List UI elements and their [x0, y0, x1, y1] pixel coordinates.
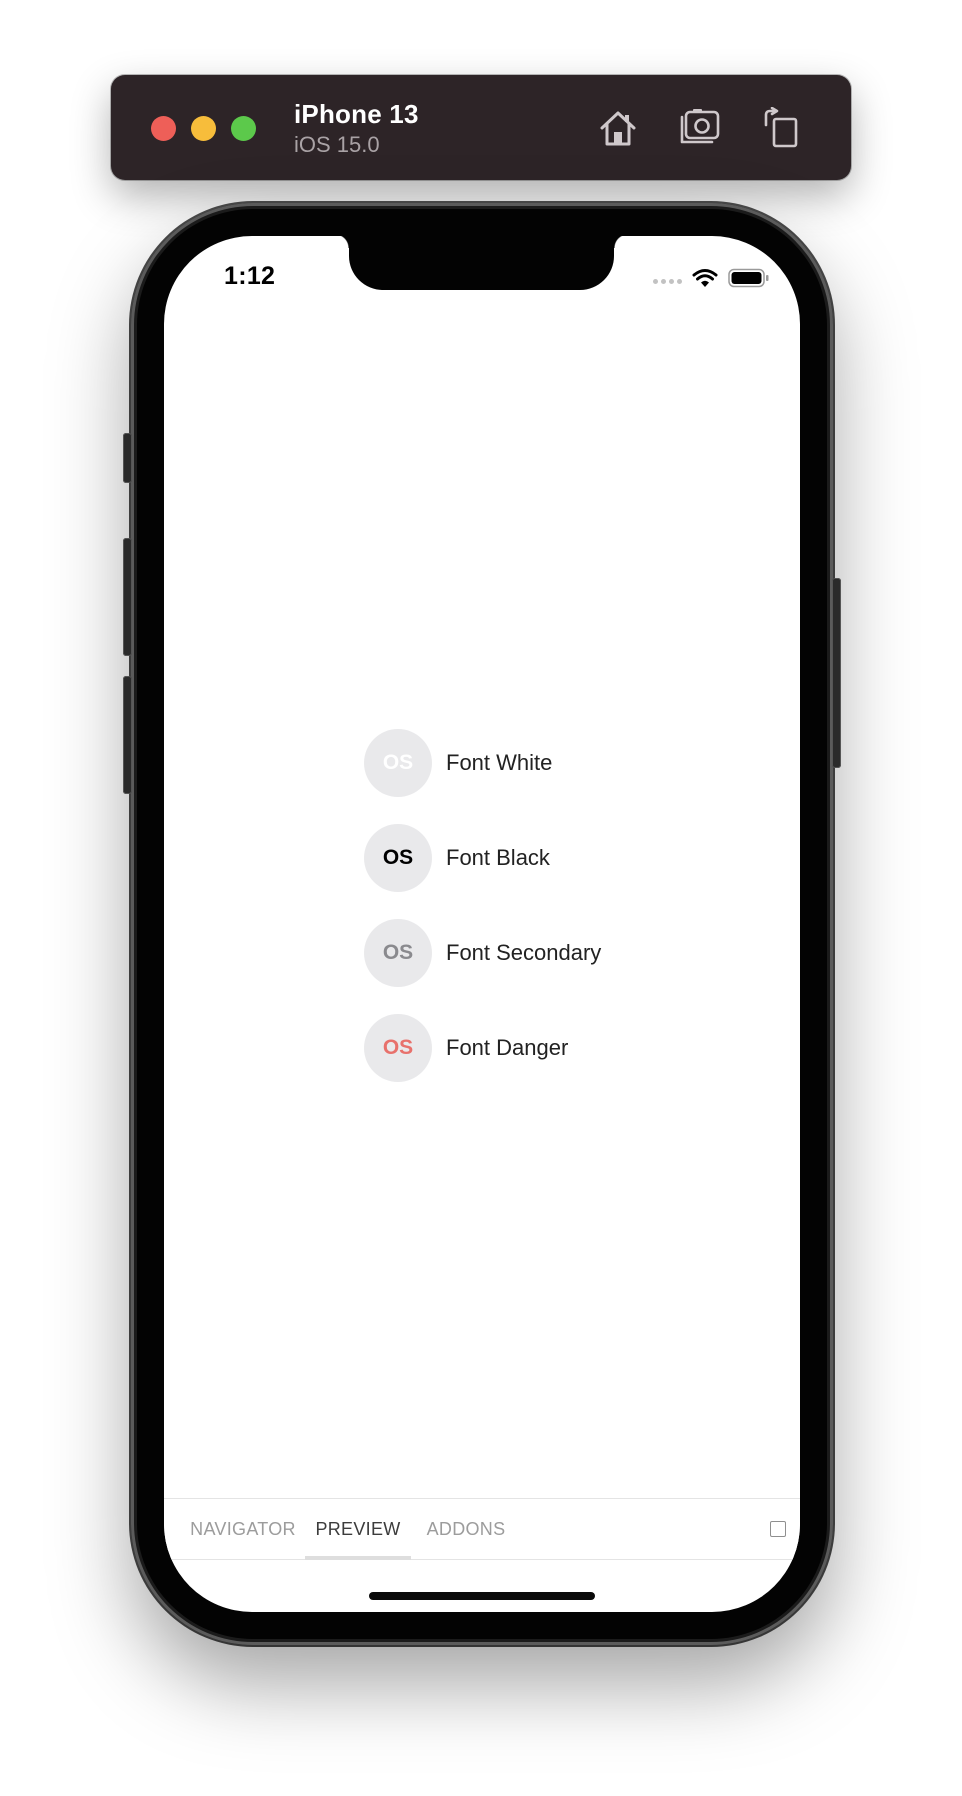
list-item-font-black: OS Font Black: [364, 823, 684, 893]
phone-screen: 1:12 OS Font White OS Font Black OS Font…: [164, 236, 800, 1612]
rotate-icon: [764, 107, 798, 148]
avatar-badge: OS: [364, 824, 432, 892]
device-name: iPhone 13: [294, 99, 419, 129]
home-indicator[interactable]: [369, 1592, 595, 1600]
status-time: 1:12: [224, 262, 276, 290]
list-item-label: Font Secondary: [446, 940, 602, 965]
list-item-font-danger: OS Font Danger: [364, 1013, 684, 1083]
list-item-label: Font White: [446, 750, 553, 775]
wifi-icon: [692, 269, 718, 287]
list-item-label: Font Black: [446, 845, 550, 870]
screenshot-button[interactable]: [677, 105, 723, 151]
volume-up-button: [123, 538, 132, 656]
list-item-font-secondary: OS Font Secondary: [364, 918, 684, 988]
tab-navigator[interactable]: NAVIGATOR: [178, 1499, 308, 1559]
cellular-signal-icon: [653, 278, 682, 284]
fullscreen-toggle-icon[interactable]: [770, 1521, 786, 1537]
notch: [335, 236, 628, 290]
rotate-button[interactable]: [757, 105, 803, 151]
os-version: iOS 15.0: [294, 132, 380, 157]
avatar-badge: OS: [364, 729, 432, 797]
simulator-title-bar: iPhone 13 iOS 15.0: [111, 75, 851, 180]
tab-addons[interactable]: ADDONS: [418, 1499, 514, 1559]
volume-down-button: [123, 676, 132, 794]
storybook-tab-bar: NAVIGATOR PREVIEW ADDONS: [164, 1498, 800, 1560]
screenshot-icon: [680, 109, 720, 144]
avatar-badge: OS: [364, 919, 432, 987]
home-icon: [600, 111, 636, 146]
simulator-stage: iPhone 13 iOS 15.0 1:12 OS Font White OS…: [0, 0, 962, 1796]
battery-icon: [728, 268, 769, 288]
power-button: [832, 578, 841, 768]
status-indicators: [653, 268, 770, 288]
home-button[interactable]: [595, 105, 641, 151]
active-tab-indicator: [305, 1556, 411, 1560]
avatar-badge: OS: [364, 1014, 432, 1082]
silent-switch: [123, 433, 132, 483]
tab-preview[interactable]: PREVIEW: [305, 1499, 411, 1559]
minimize-window-button[interactable]: [191, 116, 216, 141]
zoom-window-button[interactable]: [231, 116, 256, 141]
list-item-label: Font Danger: [446, 1035, 569, 1060]
list-item-font-white: OS Font White: [364, 728, 684, 798]
close-window-button[interactable]: [151, 116, 176, 141]
